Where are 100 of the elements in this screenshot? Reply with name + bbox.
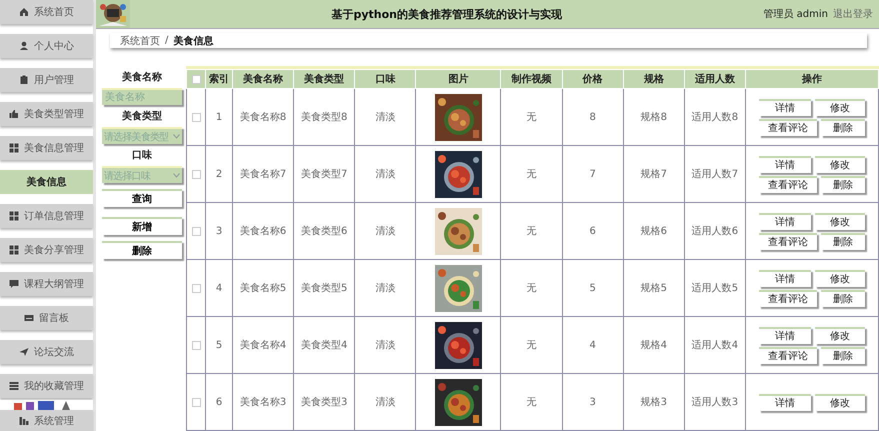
table-cell: 无 xyxy=(526,283,536,294)
breadcrumb-item: 美食信息 xyxy=(173,34,214,48)
table-cell: 规格5 xyxy=(640,283,667,294)
table-cell: 1 xyxy=(216,112,222,122)
table-cell: 2 xyxy=(216,168,222,180)
delete-button[interactable]: 删除 xyxy=(821,346,865,364)
checkbox[interactable] xyxy=(192,340,200,350)
delete-button[interactable]: 删除 xyxy=(821,232,865,250)
detail-button[interactable]: 详情 xyxy=(759,156,811,172)
checkbox[interactable] xyxy=(192,170,200,178)
breadcrumb-item[interactable]: 系统首页 xyxy=(120,34,160,48)
chat-icon xyxy=(9,279,19,289)
checkbox[interactable] xyxy=(192,74,200,84)
sidebar-item[interactable]: 美食类型管理 xyxy=(0,102,93,126)
detail-button[interactable]: 详情 xyxy=(759,326,811,344)
delete-button[interactable]: 删除 xyxy=(821,118,865,136)
edit-button[interactable]: 修改 xyxy=(815,156,865,172)
table-cell: 适用人数7 xyxy=(692,169,738,180)
keyboard-icon xyxy=(24,313,34,323)
sidebar-item[interactable]: 系统首页 xyxy=(0,0,93,24)
table-cell: 清淡 xyxy=(375,169,396,180)
grid-icon xyxy=(9,143,19,153)
comments-button[interactable]: 查看评论 xyxy=(759,346,817,364)
table-cell: 规格8 xyxy=(640,112,667,123)
column-header: 制作视频 xyxy=(511,74,552,85)
checkbox[interactable] xyxy=(192,398,200,406)
table-cell: 适用人数5 xyxy=(692,283,738,294)
edit-button[interactable]: 修改 xyxy=(815,394,865,410)
table-cell: 适用人数3 xyxy=(692,397,738,408)
sidebar-item[interactable]: 用户管理 xyxy=(0,68,93,92)
sidebar-item[interactable]: 留言板 xyxy=(0,306,93,330)
app-title: 基于python的美食推荐管理系统的设计与实现 xyxy=(330,6,563,22)
delete-button[interactable]: 删除 xyxy=(821,176,865,192)
sidebar-item[interactable]: 订单信息管理 xyxy=(0,204,93,228)
detail-button[interactable]: 详情 xyxy=(759,394,811,410)
table-cell: 适用人数4 xyxy=(692,340,738,351)
table-cell: 3 xyxy=(589,396,596,408)
table-cell: 3 xyxy=(216,226,222,236)
send-icon xyxy=(19,347,29,357)
sidebar-item[interactable]: 系统管理 xyxy=(0,410,93,431)
edit-button[interactable]: 修改 xyxy=(815,98,865,116)
table-cell: 清淡 xyxy=(375,397,396,408)
comments-button[interactable]: 查看评论 xyxy=(759,290,817,306)
detail-button[interactable]: 详情 xyxy=(759,212,811,230)
sidebar-item[interactable]: 论坛交流 xyxy=(0,340,93,364)
table-cell: 7 xyxy=(589,168,596,180)
table-cell: 美食类型5 xyxy=(301,283,348,294)
table-cell: 无 xyxy=(526,340,536,351)
table-cell: 无 xyxy=(526,226,536,237)
user-label: 管理员 admin xyxy=(763,8,828,21)
table-cell: 清淡 xyxy=(375,226,396,237)
column-header: 图片 xyxy=(448,74,468,85)
table-cell: 6 xyxy=(589,226,596,236)
sidebar-item[interactable]: 美食信息 xyxy=(0,170,93,194)
column-header: 口味 xyxy=(375,74,396,85)
table-cell: 美食类型8 xyxy=(301,112,348,123)
sidebar-item[interactable]: 我的收藏管理 xyxy=(0,374,93,398)
column-header: 美食名称 xyxy=(243,74,284,85)
checkbox[interactable] xyxy=(192,284,200,292)
table-cell: 适用人数6 xyxy=(692,226,738,237)
filter-label: 口味 xyxy=(132,148,152,162)
filter-label: 美食类型 xyxy=(122,109,162,123)
sidebar-item[interactable]: 美食分享管理 xyxy=(0,238,93,262)
table-cell: 美食名称4 xyxy=(240,340,286,351)
edit-button[interactable]: 修改 xyxy=(815,212,865,230)
checkbox[interactable] xyxy=(192,112,200,122)
thumbs-up-icon xyxy=(9,109,19,119)
table-cell: 5 xyxy=(589,282,596,294)
sidebar-item[interactable]: 课程大纲管理 xyxy=(0,272,93,296)
checkbox[interactable] xyxy=(192,226,200,236)
table-cell: 美食名称5 xyxy=(240,283,286,294)
comments-button[interactable]: 查看评论 xyxy=(759,118,817,136)
edit-button[interactable]: 修改 xyxy=(815,270,865,286)
chart-icon xyxy=(19,416,29,426)
delete-button[interactable]: 删除 xyxy=(821,290,865,306)
table-cell: 美食类型7 xyxy=(301,169,348,180)
table-cell: 无 xyxy=(526,169,536,180)
logout-link[interactable]: 退出登录 xyxy=(833,7,873,21)
sidebar-item[interactable]: 美食信息管理 xyxy=(0,136,93,160)
detail-button[interactable]: 详情 xyxy=(759,98,811,116)
clipboard-icon xyxy=(19,75,29,85)
table-cell: 美食名称6 xyxy=(240,226,286,237)
add-button[interactable]: 新增 xyxy=(102,217,182,235)
table-cell: 清淡 xyxy=(375,112,396,123)
table-cell: 美食名称8 xyxy=(240,112,286,123)
table-cell: 规格4 xyxy=(640,340,667,351)
comments-button[interactable]: 查看评论 xyxy=(759,176,817,192)
detail-button[interactable]: 详情 xyxy=(759,270,811,286)
table-cell: 清淡 xyxy=(375,340,396,351)
comments-button[interactable]: 查看评论 xyxy=(759,232,817,250)
column-header: 规格 xyxy=(644,74,664,85)
column-header: 索引 xyxy=(209,74,229,85)
chevron-down-icon xyxy=(173,173,180,178)
filter-label: 美食名称 xyxy=(122,70,162,84)
edit-button[interactable]: 修改 xyxy=(815,326,865,344)
sidebar-item[interactable]: 个人中心 xyxy=(0,34,93,58)
delete-button[interactable]: 删除 xyxy=(102,241,182,259)
search-button[interactable]: 查询 xyxy=(102,189,182,207)
name-field[interactable]: 美食名称 xyxy=(102,88,182,105)
user-icon xyxy=(19,41,29,51)
